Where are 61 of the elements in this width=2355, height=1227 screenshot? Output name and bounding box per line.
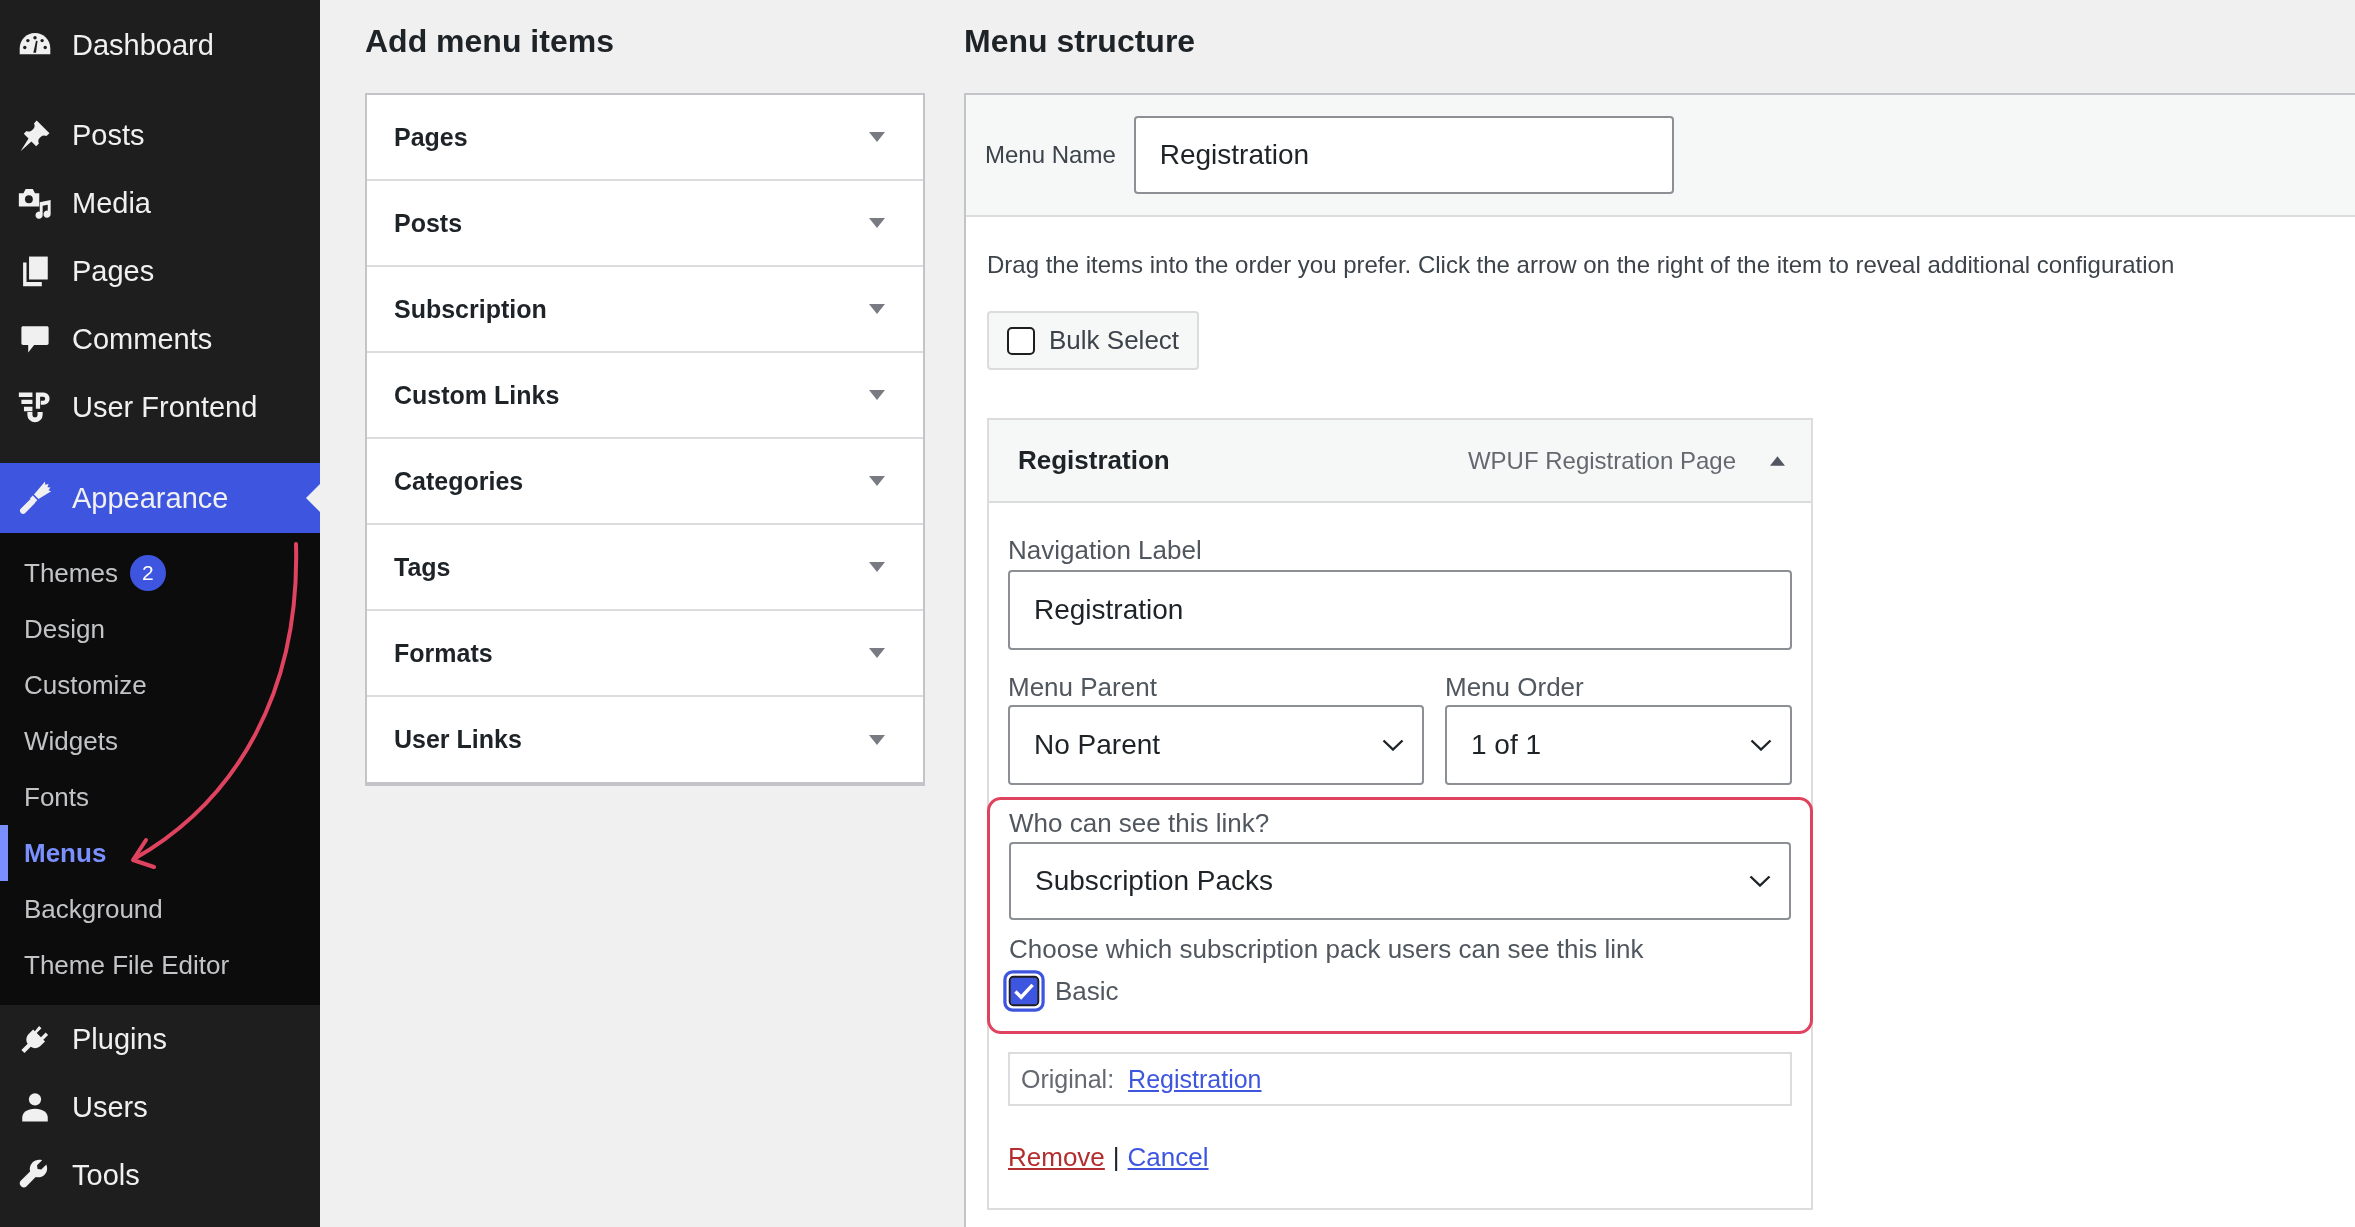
- accordion-section[interactable]: Pages: [367, 95, 923, 181]
- field-label: Menu Order: [1445, 672, 1585, 702]
- checkbox[interactable]: [1007, 326, 1035, 355]
- submenu-item[interactable]: Customize: [0, 657, 320, 713]
- instructions-text: Drag the items into the order you prefer. Click the arrow on the right of the item to reveal additional configuration: [987, 250, 2176, 280]
- menu-item-header[interactable]: Registration WPUF Registration Page: [989, 420, 1811, 503]
- chevron-down-icon: [1749, 875, 1771, 887]
- logo-icon: [18, 390, 52, 424]
- field-label: Navigation Label: [1008, 535, 1203, 565]
- submenu-item[interactable]: Theme File Editor: [0, 937, 320, 993]
- navigation-label-field[interactable]: Registration: [1008, 570, 1792, 650]
- accordion-section[interactable]: User Links: [367, 697, 923, 782]
- menu-item-type: WPUF Registration Page: [1467, 446, 1736, 475]
- paintbrush-icon: [18, 481, 52, 515]
- section-heading: Add menu items: [365, 22, 615, 61]
- original-label: Original:: [1021, 1064, 1115, 1094]
- sidebar-item[interactable]: Pages: [0, 237, 320, 305]
- submenu-item[interactable]: Background: [0, 881, 320, 937]
- accordion-section[interactable]: Posts: [367, 181, 923, 267]
- update-count-badge: 2: [129, 555, 166, 591]
- bulk-select-button[interactable]: Bulk Select: [987, 311, 1200, 370]
- notch-icon: [306, 484, 320, 512]
- menu-parent-select[interactable]: No Parent: [1008, 705, 1424, 785]
- sidebar-item[interactable]: User Frontend: [0, 373, 320, 441]
- submenu-item[interactable]: Fonts: [0, 769, 320, 825]
- camera-note-icon: [18, 186, 52, 220]
- accordion-section[interactable]: Categories: [367, 439, 923, 525]
- sidebar-item[interactable]: Users: [0, 1073, 320, 1141]
- submenu-item[interactable]: Widgets: [0, 713, 320, 769]
- field-label: Who can see this link?: [1009, 808, 1271, 838]
- menu-item-title: Registration: [1018, 445, 1171, 476]
- chevron-down-icon: [1750, 739, 1772, 751]
- sidebar-item[interactable]: Comments: [0, 305, 320, 373]
- caret-up-icon[interactable]: [1770, 455, 1785, 466]
- sidebar-item[interactable]: Dashboard: [0, 11, 320, 79]
- accordion-section[interactable]: Tags: [367, 525, 923, 611]
- sidebar-item[interactable]: Appearance: [0, 463, 320, 533]
- submenu-item[interactable]: Menus: [0, 825, 320, 881]
- sidebar-item[interactable]: Posts: [0, 101, 320, 169]
- menu-order-select[interactable]: 1 of 1: [1445, 705, 1792, 785]
- original-link[interactable]: Registration: [1128, 1064, 1262, 1094]
- submenu-item[interactable]: Themes 2: [0, 545, 320, 601]
- accordion-section[interactable]: Custom Links: [367, 353, 923, 439]
- checkbox[interactable]: [1003, 970, 1045, 1012]
- field-label: Menu Name: [985, 141, 1116, 169]
- chevron-down-icon: [1382, 739, 1404, 751]
- menu-name-field[interactable]: Registration: [1133, 116, 1674, 194]
- sidebar-item[interactable]: Plugins: [0, 1005, 320, 1073]
- section-heading: Menu structure: [964, 22, 1197, 61]
- submenu-item[interactable]: Design: [0, 601, 320, 657]
- visibility-select[interactable]: Subscription Packs: [1009, 842, 1791, 920]
- checkbox-label: Basic: [1055, 975, 1119, 1007]
- accordion-section[interactable]: Subscription: [367, 267, 923, 353]
- remove-link[interactable]: Remove: [1008, 1142, 1105, 1172]
- hint-text: Choose which subscription pack users can see this link: [1009, 934, 1645, 964]
- sidebar-item[interactable]: Media: [0, 169, 320, 237]
- field-label: Menu Parent: [1008, 672, 1158, 702]
- sidebar-item[interactable]: Tools: [0, 1141, 320, 1209]
- link-separator: |: [1112, 1142, 1120, 1172]
- cancel-link[interactable]: Cancel: [1127, 1142, 1209, 1172]
- accordion-section[interactable]: Formats: [367, 611, 923, 697]
